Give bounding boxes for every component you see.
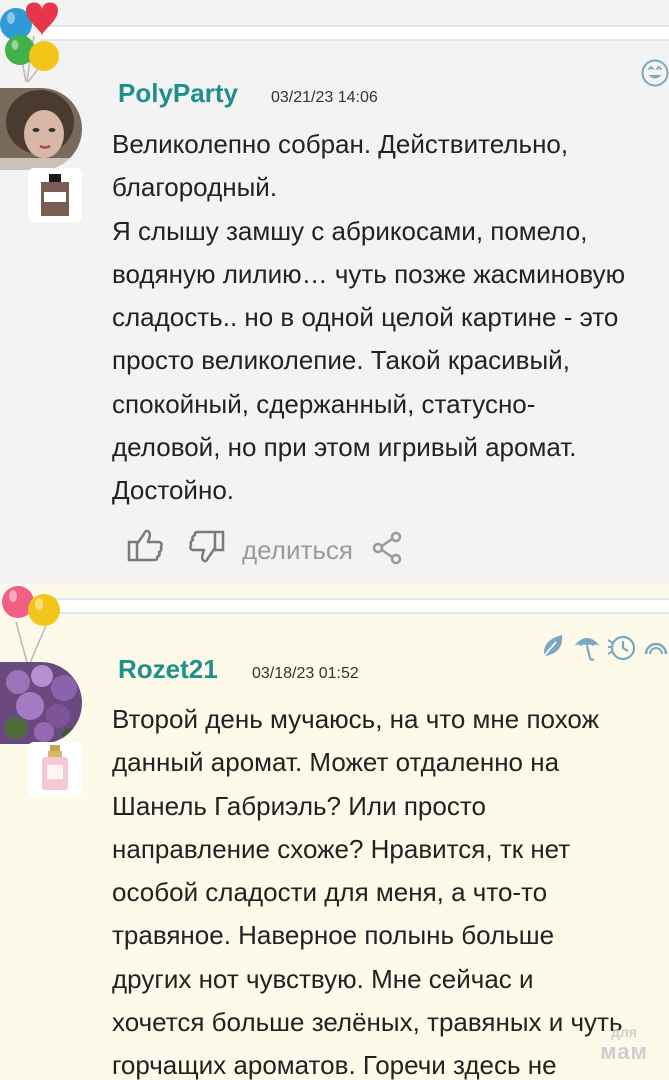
balloons-icon <box>2 586 60 667</box>
review-text: Второй день мучаюсь, на что мне похож да… <box>112 698 669 1080</box>
review-text-line: водяную лилию… чуть позже жасминовую <box>112 258 626 289</box>
share-icon[interactable] <box>370 530 406 566</box>
watermark-logo: для мам <box>584 1024 664 1076</box>
review-text-line: травяное. Наверное полынь больше <box>112 920 555 951</box>
leaf-icon <box>543 635 563 657</box>
watermark-line: для <box>611 1024 637 1040</box>
watermark-line: мам <box>600 1039 648 1064</box>
review-text-line: особой сладости для меня, а что-то <box>112 877 548 908</box>
review-text-line: других нот чувствую. Мне сейчас и <box>112 963 534 994</box>
review-card: Rozet21 03/18/23 01:52 Второй день мучаю… <box>0 584 669 1080</box>
review-text-line: сладость.. но в одной целой картине - эт… <box>112 302 619 333</box>
review-text-line: Я слышу замшу с абрикосами, помело, <box>112 215 588 246</box>
share-button[interactable]: делиться <box>242 535 353 566</box>
thumbs-down-icon[interactable] <box>186 526 226 566</box>
balloons-icon <box>0 2 59 83</box>
review-divider <box>40 25 669 41</box>
clock-icon <box>607 635 636 661</box>
umbrella-icon <box>574 638 600 661</box>
review-text: Великолепно собран. Действительно, благо… <box>112 123 669 513</box>
thumbs-up-icon[interactable] <box>126 526 166 566</box>
review-text-line: благородный. <box>112 172 278 203</box>
review-text-line: данный аромат. Может отдаленно на <box>112 747 560 778</box>
review-text-line: Второй день мучаюсь, на что мне похож <box>112 704 599 734</box>
review-timestamp: 03/18/23 01:52 <box>252 665 359 682</box>
review-text-line: спокойный, сдержанный, статусно- <box>112 388 536 419</box>
review-text-line: деловой, но при этом игривый аромат. <box>112 432 577 463</box>
review-text-line: направление схоже? Нравится, тк нет <box>112 833 571 864</box>
perfume-bottle-icon[interactable] <box>28 168 82 222</box>
review-timestamp: 03/21/23 14:06 <box>271 89 378 106</box>
smiley-icon <box>641 59 669 87</box>
review-text-line: Шанель Габриэль? Или просто <box>112 790 486 821</box>
sunrise-icon <box>644 642 668 655</box>
review-card: PolyParty 03/21/23 14:06 Великолепно соб… <box>0 0 669 584</box>
review-text-line: просто великолепие. Такой красивый, <box>112 345 570 376</box>
username-link[interactable]: Rozet21 <box>118 654 218 685</box>
username-link[interactable]: PolyParty <box>118 78 238 109</box>
perfume-bottle-icon[interactable] <box>28 742 82 796</box>
avatar[interactable] <box>0 88 82 170</box>
review-divider <box>40 598 669 614</box>
review-text-line: Великолепно собран. Действительно, <box>112 129 569 159</box>
review-text-line: Достойно. <box>112 475 235 506</box>
review-actions: делиться <box>126 526 426 572</box>
avatar[interactable] <box>0 662 82 744</box>
